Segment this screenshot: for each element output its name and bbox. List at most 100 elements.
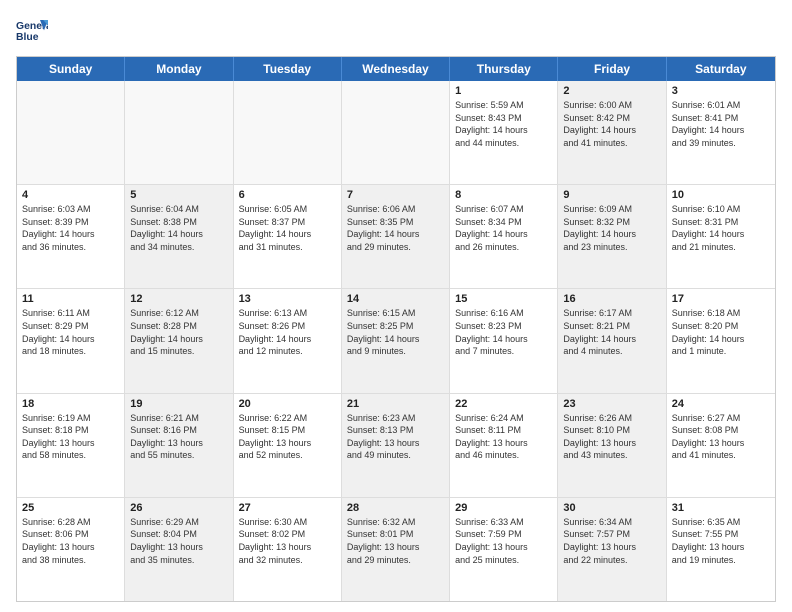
day-number: 8 [455, 189, 552, 201]
calendar-body: 1 Sunrise: 5:59 AM Sunset: 8:43 PM Daylig… [17, 81, 775, 601]
cell-info: Sunrise: 6:15 AM Sunset: 8:25 PM Dayligh… [347, 307, 444, 357]
day-number: 12 [130, 293, 227, 305]
day-number: 28 [347, 502, 444, 514]
calendar-week-3: 11 Sunrise: 6:11 AM Sunset: 8:29 PM Dayli… [17, 289, 775, 393]
calendar-cell: 27 Sunrise: 6:30 AM Sunset: 8:02 PM Dayli… [234, 498, 342, 601]
calendar-cell [125, 81, 233, 184]
cell-info: Sunrise: 6:11 AM Sunset: 8:29 PM Dayligh… [22, 307, 119, 357]
day-number: 30 [563, 502, 660, 514]
calendar-cell: 5 Sunrise: 6:04 AM Sunset: 8:38 PM Daylig… [125, 185, 233, 288]
cell-info: Sunrise: 6:21 AM Sunset: 8:16 PM Dayligh… [130, 412, 227, 462]
day-header-friday: Friday [558, 57, 666, 81]
calendar-cell: 13Sunrise: 6:13 AM Sunset: 8:26 PM Dayli… [234, 289, 342, 392]
calendar-cell: 15 Sunrise: 6:16 AM Sunset: 8:23 PM Dayli… [450, 289, 558, 392]
day-number: 7 [347, 189, 444, 201]
day-number: 31 [672, 502, 770, 514]
day-number: 24 [672, 398, 770, 410]
cell-info: Sunrise: 6:18 AM Sunset: 8:20 PM Dayligh… [672, 307, 770, 357]
day-header-sunday: Sunday [17, 57, 125, 81]
day-number: 18 [22, 398, 119, 410]
calendar-cell: 21 Sunrise: 6:23 AM Sunset: 8:13 PM Dayli… [342, 394, 450, 497]
calendar-cell: 11 Sunrise: 6:11 AM Sunset: 8:29 PM Dayli… [17, 289, 125, 392]
day-number: 13 [239, 293, 336, 305]
day-number: 2 [563, 85, 660, 97]
calendar-cell: 3 Sunrise: 6:01 AM Sunset: 8:41 PM Daylig… [667, 81, 775, 184]
header: General Blue [16, 16, 776, 48]
calendar-header: SundayMondayTuesdayWednesdayThursdayFrid… [17, 57, 775, 81]
calendar-cell: 2 Sunrise: 6:00 AM Sunset: 8:42 PM Daylig… [558, 81, 666, 184]
calendar-cell [342, 81, 450, 184]
day-number: 11 [22, 293, 119, 305]
logo-icon: General Blue [16, 16, 48, 48]
logo: General Blue [16, 16, 48, 48]
cell-info: Sunrise: 6:06 AM Sunset: 8:35 PM Dayligh… [347, 203, 444, 253]
day-number: 27 [239, 502, 336, 514]
calendar-cell: 23Sunrise: 6:26 AM Sunset: 8:10 PM Dayli… [558, 394, 666, 497]
day-number: 14 [347, 293, 444, 305]
cell-info: Sunrise: 6:00 AM Sunset: 8:42 PM Dayligh… [563, 99, 660, 149]
cell-info: Sunrise: 6:12 AM Sunset: 8:28 PM Dayligh… [130, 307, 227, 357]
day-number: 22 [455, 398, 552, 410]
calendar-cell: 29Sunrise: 6:33 AM Sunset: 7:59 PM Dayli… [450, 498, 558, 601]
cell-info: Sunrise: 6:26 AM Sunset: 8:10 PM Dayligh… [563, 412, 660, 462]
day-number: 3 [672, 85, 770, 97]
day-number: 4 [22, 189, 119, 201]
cell-info: Sunrise: 6:27 AM Sunset: 8:08 PM Dayligh… [672, 412, 770, 462]
cell-info: Sunrise: 6:16 AM Sunset: 8:23 PM Dayligh… [455, 307, 552, 357]
day-number: 1 [455, 85, 552, 97]
day-number: 5 [130, 189, 227, 201]
calendar-week-2: 4 Sunrise: 6:03 AM Sunset: 8:39 PM Daylig… [17, 185, 775, 289]
calendar-cell: 26 Sunrise: 6:29 AM Sunset: 8:04 PM Dayli… [125, 498, 233, 601]
cell-info: Sunrise: 6:04 AM Sunset: 8:38 PM Dayligh… [130, 203, 227, 253]
calendar-cell [17, 81, 125, 184]
day-number: 10 [672, 189, 770, 201]
calendar-cell: 14 Sunrise: 6:15 AM Sunset: 8:25 PM Dayli… [342, 289, 450, 392]
calendar-cell: 19 Sunrise: 6:21 AM Sunset: 8:16 PM Dayli… [125, 394, 233, 497]
day-number: 9 [563, 189, 660, 201]
cell-info: Sunrise: 6:01 AM Sunset: 8:41 PM Dayligh… [672, 99, 770, 149]
cell-info: Sunrise: 6:29 AM Sunset: 8:04 PM Dayligh… [130, 516, 227, 566]
calendar-cell: 22 Sunrise: 6:24 AM Sunset: 8:11 PM Dayli… [450, 394, 558, 497]
cell-info: Sunrise: 6:22 AM Sunset: 8:15 PM Dayligh… [239, 412, 336, 462]
calendar-week-1: 1 Sunrise: 5:59 AM Sunset: 8:43 PM Daylig… [17, 81, 775, 185]
cell-info: Sunrise: 5:59 AM Sunset: 8:43 PM Dayligh… [455, 99, 552, 149]
calendar-cell: 1 Sunrise: 5:59 AM Sunset: 8:43 PM Daylig… [450, 81, 558, 184]
calendar-cell: 8 Sunrise: 6:07 AM Sunset: 8:34 PM Daylig… [450, 185, 558, 288]
calendar-cell: 28 Sunrise: 6:32 AM Sunset: 8:01 PM Dayli… [342, 498, 450, 601]
calendar-week-4: 18Sunrise: 6:19 AM Sunset: 8:18 PM Dayli… [17, 394, 775, 498]
calendar-cell: 31 Sunrise: 6:35 AM Sunset: 7:55 PM Dayli… [667, 498, 775, 601]
calendar-cell: 12 Sunrise: 6:12 AM Sunset: 8:28 PM Dayli… [125, 289, 233, 392]
cell-info: Sunrise: 6:07 AM Sunset: 8:34 PM Dayligh… [455, 203, 552, 253]
calendar-cell: 24 Sunrise: 6:27 AM Sunset: 8:08 PM Dayli… [667, 394, 775, 497]
cell-info: Sunrise: 6:09 AM Sunset: 8:32 PM Dayligh… [563, 203, 660, 253]
cell-info: Sunrise: 6:32 AM Sunset: 8:01 PM Dayligh… [347, 516, 444, 566]
page: General Blue SundayMondayTuesdayWednesda… [0, 0, 792, 612]
day-header-saturday: Saturday [667, 57, 775, 81]
day-header-wednesday: Wednesday [342, 57, 450, 81]
day-number: 21 [347, 398, 444, 410]
cell-info: Sunrise: 6:05 AM Sunset: 8:37 PM Dayligh… [239, 203, 336, 253]
day-number: 25 [22, 502, 119, 514]
cell-info: Sunrise: 6:17 AM Sunset: 8:21 PM Dayligh… [563, 307, 660, 357]
day-number: 19 [130, 398, 227, 410]
cell-info: Sunrise: 6:23 AM Sunset: 8:13 PM Dayligh… [347, 412, 444, 462]
day-header-thursday: Thursday [450, 57, 558, 81]
day-number: 16 [563, 293, 660, 305]
cell-info: Sunrise: 6:35 AM Sunset: 7:55 PM Dayligh… [672, 516, 770, 566]
calendar-cell: 17Sunrise: 6:18 AM Sunset: 8:20 PM Dayli… [667, 289, 775, 392]
cell-info: Sunrise: 6:03 AM Sunset: 8:39 PM Dayligh… [22, 203, 119, 253]
calendar-cell: 16 Sunrise: 6:17 AM Sunset: 8:21 PM Dayli… [558, 289, 666, 392]
calendar-week-5: 25Sunrise: 6:28 AM Sunset: 8:06 PM Dayli… [17, 498, 775, 601]
cell-info: Sunrise: 6:24 AM Sunset: 8:11 PM Dayligh… [455, 412, 552, 462]
day-number: 15 [455, 293, 552, 305]
calendar-cell: 25Sunrise: 6:28 AM Sunset: 8:06 PM Dayli… [17, 498, 125, 601]
calendar-cell: 30 Sunrise: 6:34 AM Sunset: 7:57 PM Dayli… [558, 498, 666, 601]
cell-info: Sunrise: 6:34 AM Sunset: 7:57 PM Dayligh… [563, 516, 660, 566]
calendar-cell: 6Sunrise: 6:05 AM Sunset: 8:37 PM Daylig… [234, 185, 342, 288]
day-number: 20 [239, 398, 336, 410]
day-number: 26 [130, 502, 227, 514]
calendar: SundayMondayTuesdayWednesdayThursdayFrid… [16, 56, 776, 602]
cell-info: Sunrise: 6:30 AM Sunset: 8:02 PM Dayligh… [239, 516, 336, 566]
calendar-cell: 9 Sunrise: 6:09 AM Sunset: 8:32 PM Daylig… [558, 185, 666, 288]
day-number: 29 [455, 502, 552, 514]
